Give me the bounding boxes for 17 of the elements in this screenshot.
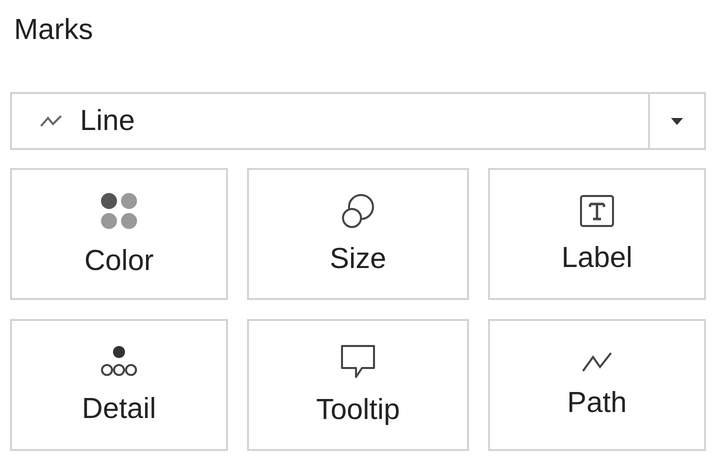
dots-icon [100,344,138,378]
mark-property-button[interactable]: Label [488,168,706,300]
mark-property-button[interactable]: Detail [10,319,228,451]
mark-property-button[interactable]: Path [488,319,706,451]
mark-property-button[interactable]: Size [247,168,469,300]
caret-icon [671,118,683,124]
line-chart-icon [40,114,62,128]
circles-icon [341,192,375,228]
mark-property-button[interactable]: Color [10,168,228,300]
line-chart-icon [582,350,612,372]
mark-property-button[interactable]: Tooltip [247,319,469,451]
mark-type-dropdown[interactable]: Line [10,92,706,150]
speech-bubble-icon [340,344,376,380]
dots-icon [99,190,139,230]
text-label-icon [579,194,615,228]
panel-title: Marks [14,14,94,48]
dropdown-value: Line [80,104,135,138]
